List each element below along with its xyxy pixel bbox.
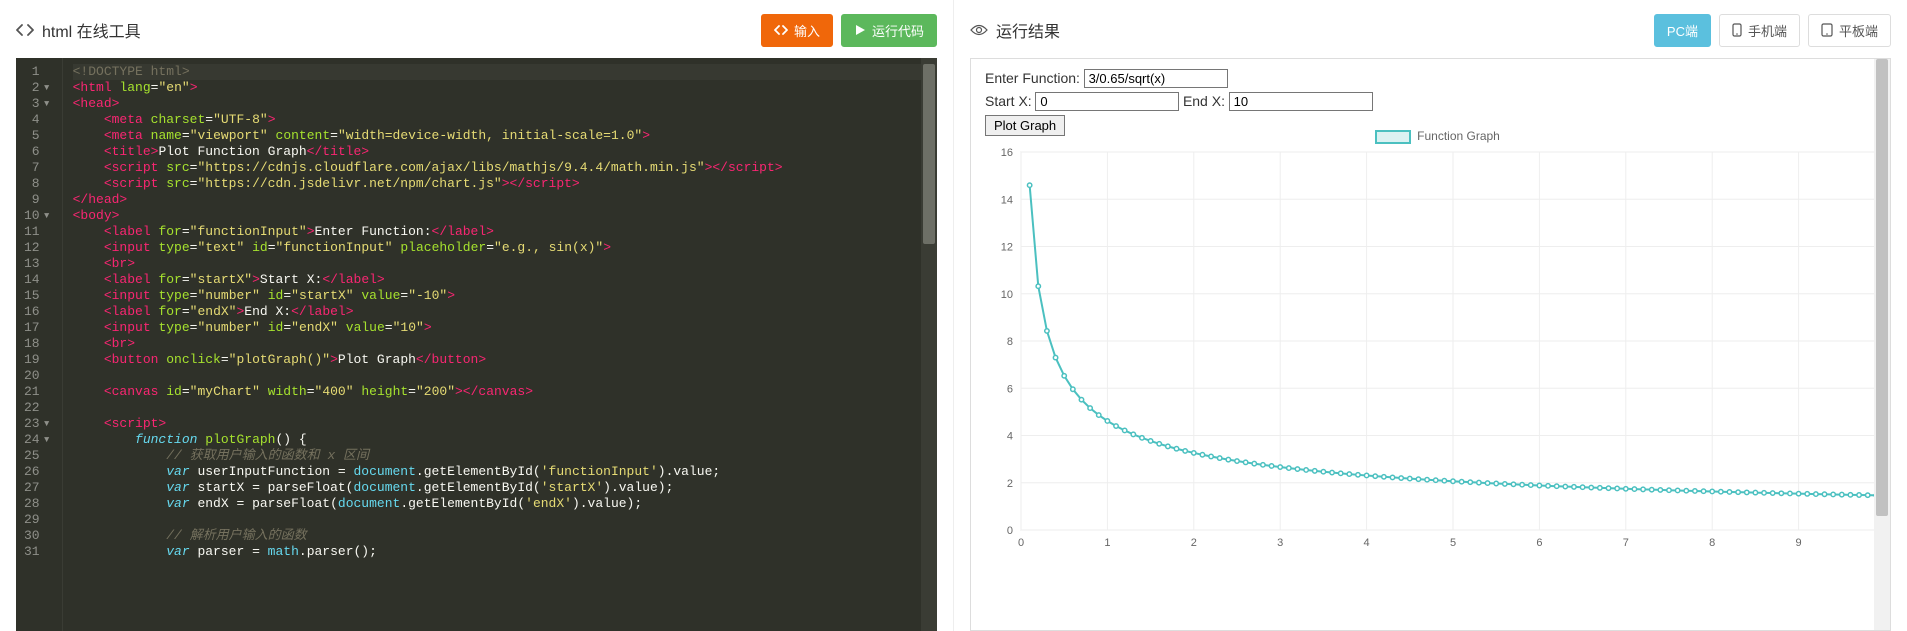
editor-header: html 在线工具 输入 运行代码 (16, 12, 937, 48)
svg-text:8: 8 (1007, 336, 1013, 348)
legend-swatch (1375, 130, 1411, 144)
svg-text:4: 4 (1364, 537, 1370, 549)
svg-text:10: 10 (1001, 289, 1013, 301)
svg-text:0: 0 (1018, 537, 1024, 549)
svg-text:7: 7 (1623, 537, 1629, 549)
code-editor[interactable]: 12▾3▾45678910▾11121314151617181920212223… (16, 58, 937, 631)
startx-input[interactable] (1035, 92, 1179, 111)
svg-text:0: 0 (1007, 525, 1013, 537)
scrollbar-thumb[interactable] (1876, 59, 1888, 516)
svg-text:5: 5 (1450, 537, 1456, 549)
svg-text:8: 8 (1709, 537, 1715, 549)
code-icon (16, 23, 34, 37)
code-icon (774, 24, 788, 36)
mobile-view-button[interactable]: 手机端 (1719, 14, 1800, 47)
run-button-label: 运行代码 (872, 21, 924, 40)
input-button[interactable]: 输入 (761, 14, 833, 47)
editor-gutter: 12▾3▾45678910▾11121314151617181920212223… (16, 58, 63, 631)
svg-text:4: 4 (1007, 430, 1013, 442)
result-scrollbar[interactable] (1874, 59, 1890, 630)
editor-scrollbar[interactable] (921, 58, 937, 631)
result-title: 运行结果 (970, 18, 1060, 42)
result-title-text: 运行结果 (996, 18, 1060, 42)
svg-text:9: 9 (1796, 537, 1802, 549)
svg-text:14: 14 (1001, 194, 1013, 206)
eye-icon (970, 23, 988, 37)
input-button-label: 输入 (794, 21, 820, 40)
legend-label: Function Graph (1417, 129, 1500, 143)
endx-input[interactable] (1229, 92, 1373, 111)
svg-text:3: 3 (1277, 537, 1283, 549)
tablet-view-button[interactable]: 平板端 (1808, 14, 1891, 47)
play-icon (854, 24, 866, 36)
svg-text:2: 2 (1007, 478, 1013, 490)
startx-label: Start X: (985, 93, 1032, 109)
pc-view-button[interactable]: PC端 (1654, 14, 1711, 47)
chart-area: Function Graph 0123456789100246810121416 (985, 129, 1890, 630)
editor-title: html 在线工具 (16, 18, 141, 42)
editor-title-text: html 在线工具 (42, 18, 141, 42)
tablet-icon (1821, 23, 1833, 37)
function-label: Enter Function: (985, 70, 1080, 86)
svg-text:2: 2 (1191, 537, 1197, 549)
svg-text:1: 1 (1104, 537, 1110, 549)
mobile-icon (1732, 23, 1742, 37)
editor-code[interactable]: <!DOCTYPE html><html lang="en"><head> <m… (63, 58, 937, 631)
svg-text:16: 16 (1001, 147, 1013, 159)
result-body: Enter Function: Start X: End X: Plot Gra… (970, 58, 1891, 631)
scrollbar-thumb[interactable] (923, 64, 935, 244)
chart-canvas: 0123456789100246810121416 (985, 146, 1891, 556)
endx-label: End X: (1183, 93, 1225, 109)
svg-text:12: 12 (1001, 241, 1013, 253)
function-input[interactable] (1084, 69, 1228, 88)
result-header: 运行结果 PC端 手机端 平板端 (970, 12, 1891, 48)
chart-legend: Function Graph (985, 129, 1890, 144)
svg-text:6: 6 (1536, 537, 1542, 549)
svg-text:6: 6 (1007, 383, 1013, 395)
run-button[interactable]: 运行代码 (841, 14, 937, 47)
